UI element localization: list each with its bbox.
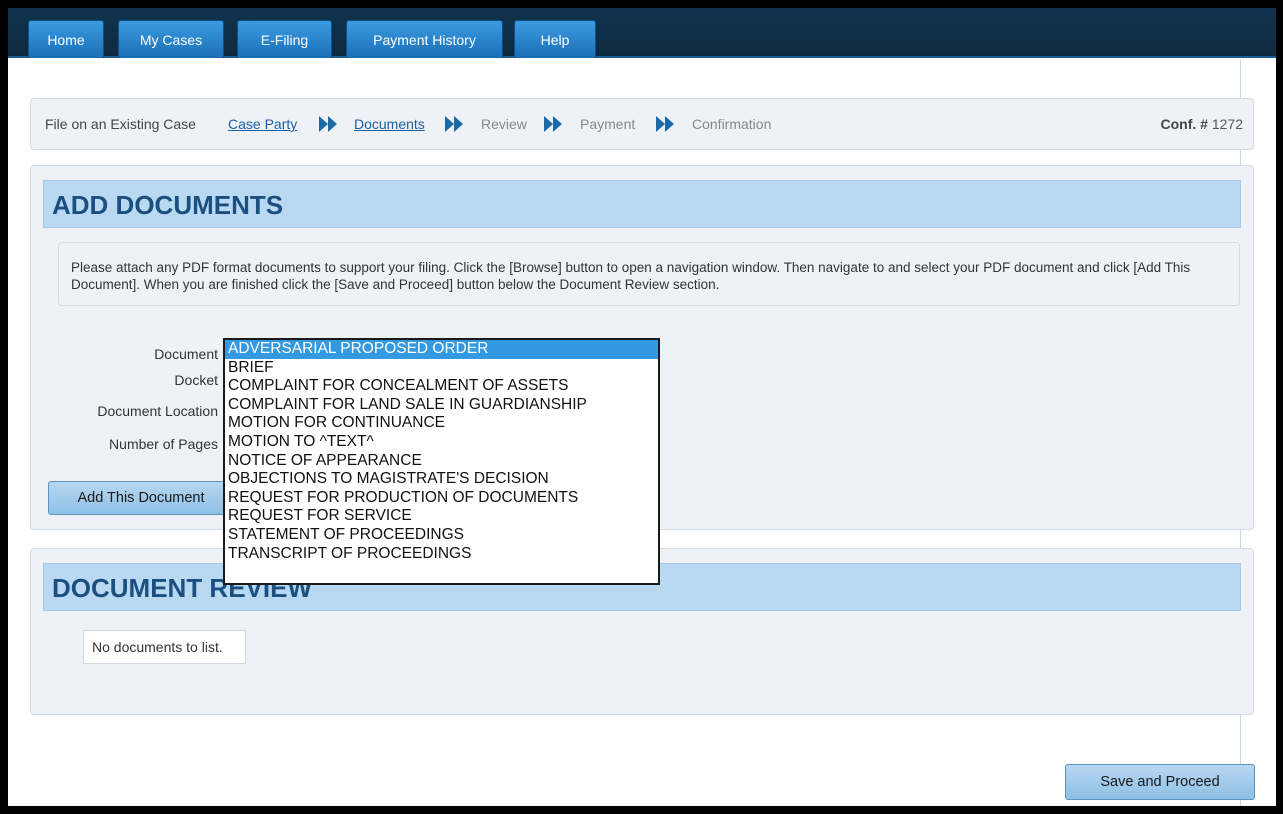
tab-e-filing[interactable]: E-Filing — [237, 20, 332, 58]
step-arrow-icon — [445, 116, 463, 132]
instructions-box: Please attach any PDF format documents t… — [58, 242, 1240, 306]
dropdown-option[interactable]: NOTICE OF APPEARANCE — [225, 452, 658, 471]
step-arrow-icon — [544, 116, 562, 132]
save-and-proceed-button[interactable]: Save and Proceed — [1065, 764, 1255, 800]
dropdown-option[interactable]: TRANSCRIPT OF PROCEEDINGS — [225, 545, 658, 564]
dropdown-option[interactable]: OBJECTIONS TO MAGISTRATE'S DECISION — [225, 470, 658, 489]
document-location-label: Document Location — [97, 403, 218, 419]
dropdown-option[interactable]: COMPLAINT FOR LAND SALE IN GUARDIANSHIP — [225, 396, 658, 415]
add-documents-title: ADD DOCUMENTS — [43, 180, 1241, 228]
dropdown-option[interactable]: REQUEST FOR SERVICE — [225, 507, 658, 526]
tab-my-cases[interactable]: My Cases — [118, 20, 224, 58]
dropdown-option[interactable]: COMPLAINT FOR CONCEALMENT OF ASSETS — [225, 377, 658, 396]
browser-viewport: Home My Cases E-Filing Payment History H… — [8, 8, 1276, 806]
wizard-step-review: Review — [481, 116, 527, 132]
dropdown-option-selected[interactable]: ADVERSARIAL PROPOSED ORDER — [225, 340, 658, 359]
empty-documents-message: No documents to list. — [83, 630, 246, 664]
conf-value: 1272 — [1211, 116, 1243, 132]
filing-wizard-breadcrumb: File on an Existing Case Case Party Docu… — [30, 98, 1254, 150]
wizard-step-payment: Payment — [580, 116, 636, 132]
tab-home[interactable]: Home — [28, 20, 104, 58]
add-this-document-button[interactable]: Add This Document — [48, 481, 234, 515]
docket-label: Docket — [174, 372, 218, 388]
tab-help[interactable]: Help — [514, 20, 596, 58]
top-nav-bar: Home My Cases E-Filing Payment History H… — [8, 8, 1276, 58]
dropdown-option[interactable]: BRIEF — [225, 359, 658, 378]
dropdown-option[interactable]: STATEMENT OF PROCEEDINGS — [225, 526, 658, 545]
confirmation-number: Conf. # 1272 — [1161, 116, 1244, 132]
dropdown-option[interactable]: REQUEST FOR PRODUCTION OF DOCUMENTS — [225, 489, 658, 508]
dropdown-option[interactable]: MOTION FOR CONTINUANCE — [225, 414, 658, 433]
tab-payment-history[interactable]: Payment History — [346, 20, 503, 58]
wizard-step-case-party[interactable]: Case Party — [228, 116, 297, 132]
document-type-dropdown-list[interactable]: ADVERSARIAL PROPOSED ORDER BRIEF COMPLAI… — [223, 338, 660, 585]
document-label: Document — [154, 346, 218, 362]
dropdown-option[interactable]: MOTION TO ^TEXT^ — [225, 433, 658, 452]
step-arrow-icon — [656, 116, 674, 132]
number-of-pages-label: Number of Pages — [109, 436, 218, 452]
wizard-step-documents[interactable]: Documents — [354, 116, 425, 132]
wizard-step-confirmation: Confirmation — [692, 116, 772, 132]
conf-label: Conf. # — [1160, 116, 1208, 132]
instructions-text: Please attach any PDF format documents t… — [71, 260, 1191, 292]
step-arrow-icon — [319, 116, 337, 132]
wizard-prefix: File on an Existing Case — [45, 116, 196, 132]
